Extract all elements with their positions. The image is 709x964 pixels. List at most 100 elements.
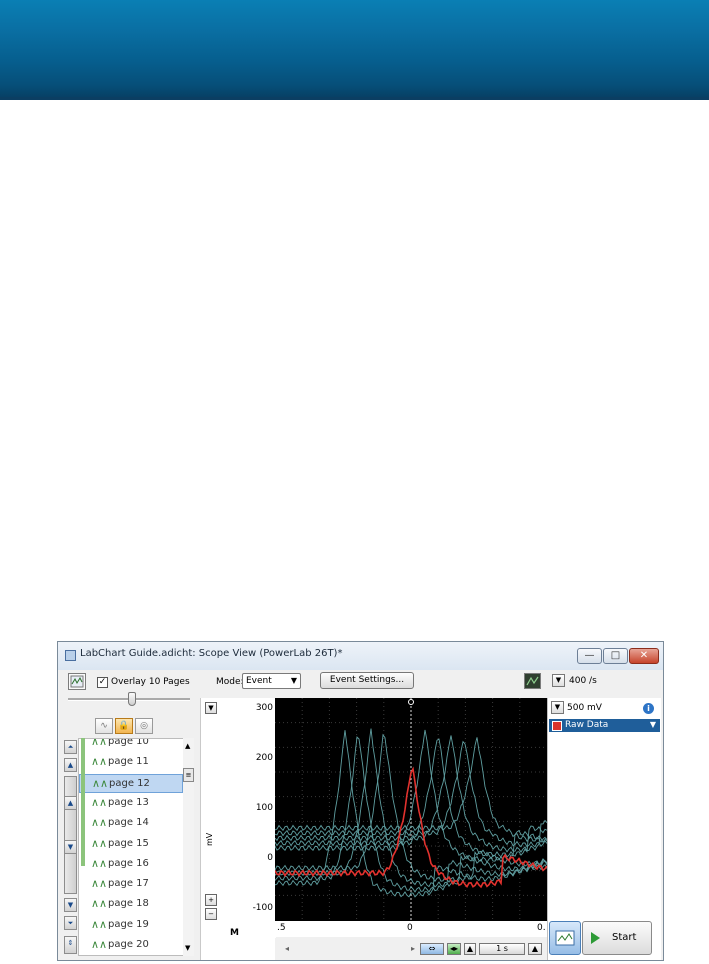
page-label: page 20 <box>108 939 149 950</box>
y-scale-menu-icon[interactable]: ▼ <box>205 702 217 714</box>
page-list: ∧∧ page 10 ∧∧ page 11 ∧∧ page 12 ∧∧ page 13 ∧∧ pa… <box>78 738 186 956</box>
marker-label[interactable]: M <box>230 928 239 938</box>
page-waveform-icon: ∧∧ <box>91 917 108 931</box>
page-waveform-icon: ∧∧ <box>91 856 108 870</box>
rate-dropdown-button[interactable]: ▼ <box>552 674 565 687</box>
scope-settings-icon[interactable] <box>68 673 86 690</box>
page-label: page 10 <box>108 738 149 747</box>
app-icon <box>65 650 76 661</box>
title-bar[interactable]: LabChart Guide.adicht: Scope View (Power… <box>58 642 663 670</box>
x-tick-label: 0 <box>407 923 413 933</box>
waveform-trace <box>274 737 548 843</box>
header-banner <box>0 0 709 100</box>
chevron-down-icon: ▼ <box>649 720 656 729</box>
page-list-item[interactable]: ∧∧ page 12 <box>79 773 183 793</box>
page-nav-thumb[interactable] <box>64 776 77 894</box>
y-tick-label: 0 <box>267 853 273 863</box>
page-waveform-icon: ∧∧ <box>91 877 108 891</box>
page-label: page 16 <box>108 857 149 869</box>
scroll-down-icon[interactable]: ▼ <box>185 944 190 952</box>
page-label: page 19 <box>108 918 149 930</box>
page-waveform-icon: ∧∧ <box>91 816 108 830</box>
page-list-item[interactable]: ∧∧ page 19 <box>79 916 183 935</box>
page-list-item[interactable]: ∧∧ page 13 <box>79 794 183 813</box>
scrollbar-thumb[interactable]: ≡ <box>183 768 194 782</box>
fit-view-icon[interactable]: ⇔ <box>420 943 444 955</box>
page-list-item[interactable]: ∧∧ page 10 <box>79 738 183 752</box>
display-icon[interactable] <box>524 673 541 689</box>
time-controls: ◂ ▸ ⇔ ◂▸ ▲ 1 s ▲ <box>275 938 547 960</box>
channel-color-swatch <box>552 721 562 731</box>
page-waveform-icon: ∧∧ <box>92 776 109 790</box>
close-button[interactable]: ✕ <box>629 648 659 664</box>
zoom-out-icon[interactable]: − <box>205 908 217 920</box>
page-label: page 13 <box>108 796 149 808</box>
labchart-window: LabChart Guide.adicht: Scope View (Power… <box>57 641 664 961</box>
mode-select[interactable]: Event ▼ <box>242 673 301 689</box>
x-tick-label: .5 <box>277 923 286 933</box>
page-waveform-icon: ∧∧ <box>91 836 108 850</box>
page-waveform-icon: ∧∧ <box>91 738 108 748</box>
scroll-left-icon[interactable]: ◂ <box>285 944 289 953</box>
circle-tool-icon[interactable]: ◎ <box>135 718 153 734</box>
page-list-item[interactable]: ∧∧ page 18 <box>79 895 183 914</box>
maximize-icon: □ <box>610 650 621 661</box>
y-tick-label: -100 <box>252 903 273 913</box>
overlay-slider-thumb[interactable] <box>128 692 136 706</box>
next-page-icon[interactable]: ▼ <box>64 898 77 912</box>
scope-plot[interactable] <box>274 698 548 920</box>
play-icon <box>591 932 600 944</box>
page-list-item[interactable]: ∧∧ page 14 <box>79 814 183 833</box>
page-nav-controls: ⏶ ▲ ▲ ▼ ▼ ⏷ ⇕ <box>64 740 77 958</box>
event-settings-button[interactable]: Event Settings... <box>320 672 414 689</box>
minimize-button[interactable]: — <box>577 648 602 664</box>
range-dropdown-button[interactable]: ▼ <box>551 701 564 714</box>
zoom-in-icon[interactable]: + <box>205 894 217 906</box>
time-down-icon[interactable]: ▲ <box>528 943 542 955</box>
lock-icon[interactable]: 🔒 <box>115 718 133 734</box>
time-up-icon[interactable]: ▲ <box>464 943 476 955</box>
page-label: page 11 <box>108 756 149 768</box>
prev-page-icon[interactable]: ▲ <box>64 758 77 772</box>
range-value: 500 mV <box>567 703 602 713</box>
overlay-up-icon[interactable]: ▲ <box>64 796 77 810</box>
page-label: page 14 <box>108 817 149 829</box>
page-waveform-icon: ∧∧ <box>91 938 108 951</box>
waveform-tool-icon[interactable]: ∿ <box>95 718 113 734</box>
y-unit-label: mV <box>205 832 214 846</box>
mode-value: Event <box>246 676 272 686</box>
start-label: Start <box>612 932 637 943</box>
trigger-marker <box>408 699 414 705</box>
page-waveform-icon: ∧∧ <box>91 755 108 769</box>
page-list-scrollbar[interactable]: ▲ ≡ ▼ <box>183 738 194 956</box>
overlay-down-icon[interactable]: ▼ <box>64 840 77 854</box>
fit-pages-icon[interactable]: ⇕ <box>64 936 77 954</box>
maximize-button[interactable]: □ <box>603 648 628 664</box>
page-waveform-icon: ∧∧ <box>91 795 108 809</box>
mode-label: Mode: <box>216 677 244 687</box>
banner-stripe <box>0 97 709 100</box>
page-label: page 18 <box>108 898 149 910</box>
scope-view-button[interactable] <box>549 921 581 955</box>
y-tick-label: 300 <box>255 703 273 713</box>
page-list-item[interactable]: ∧∧ page 20 <box>79 936 183 955</box>
chevron-down-icon: ▼ <box>290 676 297 685</box>
info-icon[interactable]: i <box>643 703 654 714</box>
page-list-item[interactable]: ∧∧ page 17 <box>79 875 183 894</box>
page-label: page 15 <box>108 837 149 849</box>
page-list-item[interactable]: ∧∧ page 16 <box>79 855 183 874</box>
y-tick-label: 100 <box>255 803 273 813</box>
scroll-up-icon[interactable]: ▲ <box>185 742 190 750</box>
scroll-right-icon[interactable]: ▸ <box>411 944 415 953</box>
channel-function-select[interactable]: Raw Data ▼ <box>549 719 660 732</box>
time-scale[interactable]: 1 s <box>479 943 525 955</box>
window-title: LabChart Guide.adicht: Scope View (Power… <box>80 648 343 659</box>
page-waveform-icon: ∧∧ <box>91 897 108 911</box>
start-button[interactable]: Start <box>582 921 652 955</box>
last-page-icon[interactable]: ⏷ <box>64 916 77 930</box>
overlay-checkbox[interactable]: ✓ <box>97 677 108 688</box>
page-list-item[interactable]: ∧∧ page 15 <box>79 835 183 854</box>
compress-icon[interactable]: ◂▸ <box>447 943 461 955</box>
page-list-item[interactable]: ∧∧ page 11 <box>79 753 183 772</box>
first-page-icon[interactable]: ⏶ <box>64 740 77 754</box>
